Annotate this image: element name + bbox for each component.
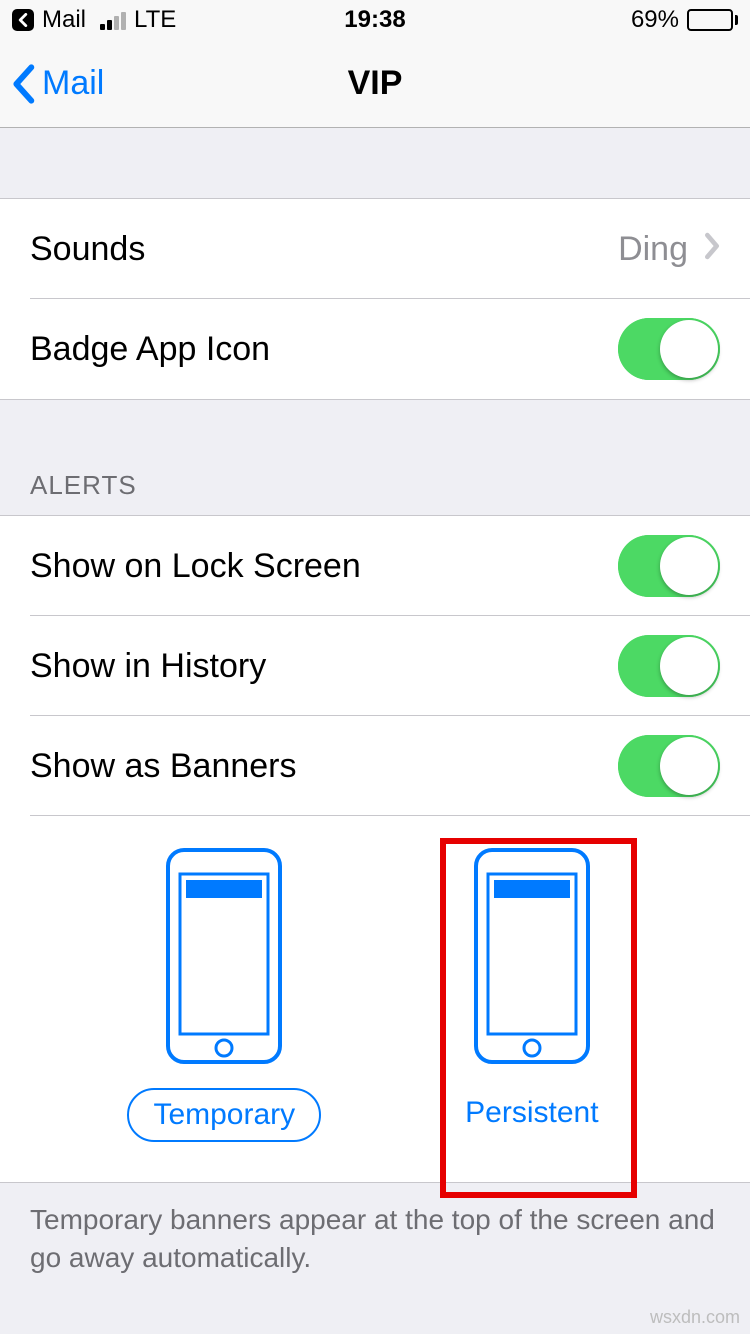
show-as-banners-row: Show as Banners xyxy=(0,716,750,816)
carrier-label: LTE xyxy=(134,6,176,34)
show-as-banners-toggle[interactable] xyxy=(618,735,720,797)
back-button-label: Mail xyxy=(42,64,104,103)
phone-temporary-icon xyxy=(164,846,284,1066)
sounds-value: Ding xyxy=(618,230,688,269)
chevron-left-icon xyxy=(10,64,36,104)
alerts-section: ALERTS Show on Lock Screen Show in Histo… xyxy=(0,470,750,1183)
badge-app-icon-label: Badge App Icon xyxy=(30,330,618,369)
show-in-history-label: Show in History xyxy=(30,647,618,686)
banner-style-temporary-label: Temporary xyxy=(127,1088,321,1142)
sounds-row[interactable]: Sounds Ding xyxy=(0,199,750,299)
cellular-signal-icon xyxy=(100,10,126,30)
battery-percentage: 69% xyxy=(631,6,679,34)
status-left: Mail LTE xyxy=(12,6,176,34)
show-on-lock-screen-row: Show on Lock Screen xyxy=(0,516,750,616)
chevron-right-icon xyxy=(704,230,720,269)
back-to-app-icon[interactable] xyxy=(12,9,34,31)
banner-style-footer: Temporary banners appear at the top of t… xyxy=(0,1183,750,1277)
badge-app-icon-toggle[interactable] xyxy=(618,318,720,380)
navigation-bar: Mail VIP xyxy=(0,40,750,128)
banner-style-persistent-label: Persistent xyxy=(441,1088,622,1138)
page-title: VIP xyxy=(348,64,403,103)
banner-style-picker: Temporary Persistent xyxy=(0,816,750,1182)
show-on-lock-screen-toggle[interactable] xyxy=(618,535,720,597)
badge-app-icon-row: Badge App Icon xyxy=(0,299,750,399)
alerts-header: ALERTS xyxy=(0,470,750,515)
watermark: wsxdn.com xyxy=(650,1307,740,1328)
settings-group-general: Sounds Ding Badge App Icon xyxy=(0,198,750,400)
banner-style-persistent[interactable]: Persistent xyxy=(441,846,622,1142)
show-as-banners-label: Show as Banners xyxy=(30,747,618,786)
status-right: 69% xyxy=(631,6,738,34)
sounds-label: Sounds xyxy=(30,230,618,269)
battery-icon xyxy=(687,9,738,31)
show-in-history-toggle[interactable] xyxy=(618,635,720,697)
phone-persistent-icon xyxy=(472,846,592,1066)
show-in-history-row: Show in History xyxy=(0,616,750,716)
status-bar: Mail LTE 19:38 69% xyxy=(0,0,750,40)
back-to-app-label[interactable]: Mail xyxy=(42,6,86,34)
banner-style-temporary[interactable]: Temporary xyxy=(127,846,321,1142)
options-header: OPTIONS xyxy=(0,1277,750,1321)
show-on-lock-screen-label: Show on Lock Screen xyxy=(30,547,618,586)
settings-group-alerts: Show on Lock Screen Show in History Show… xyxy=(0,515,750,1183)
back-button[interactable]: Mail xyxy=(10,64,104,104)
